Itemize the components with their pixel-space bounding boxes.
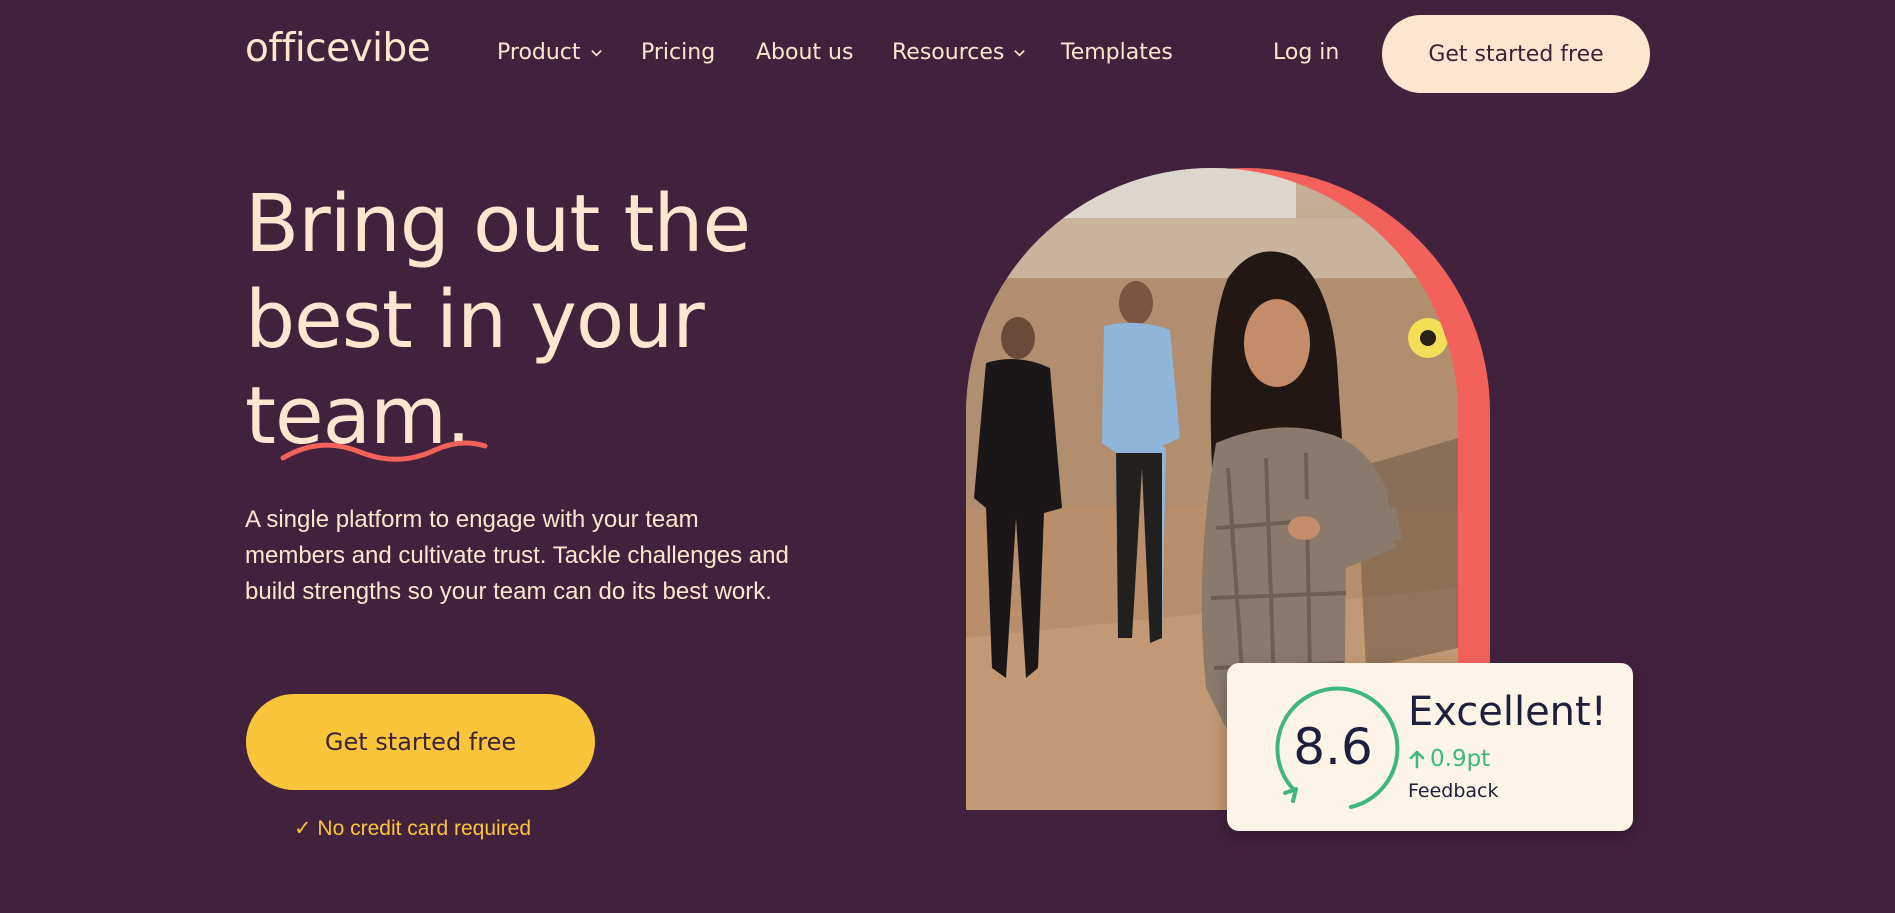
hero-subtitle: A single platform to engage with your te… <box>245 506 789 605</box>
score-rating: Excellent! <box>1408 689 1607 735</box>
login-link[interactable]: Log in <box>1273 40 1339 65</box>
get-started-hero-button[interactable]: Get started free <box>246 694 595 790</box>
score-metric-label: Feedback <box>1408 780 1499 802</box>
hero-title-line: best in your <box>245 274 705 366</box>
nav-item-product[interactable]: Product <box>497 40 603 65</box>
arrow-up-icon <box>1409 750 1425 769</box>
nav-item-label: Templates <box>1061 40 1173 65</box>
nav-item-label: Pricing <box>641 40 716 65</box>
nav-item-label: Product <box>497 40 581 65</box>
score-value: 8.6 <box>1293 718 1373 776</box>
nav-item-resources[interactable]: Resources <box>892 40 1026 65</box>
squiggle-underline-decoration <box>280 440 488 462</box>
nav-item-pricing[interactable]: Pricing <box>641 40 715 65</box>
chevron-down-icon <box>1014 50 1026 57</box>
nav-item-label: About us <box>756 40 854 65</box>
no-credit-card-note: ✓ No credit card required <box>294 817 532 840</box>
hero-title-line: Bring out the <box>245 178 751 270</box>
nav-item-about-us[interactable]: About us <box>756 40 853 65</box>
get-started-header-button[interactable]: Get started free <box>1382 15 1650 93</box>
nav-item-label: Resources <box>892 40 1005 65</box>
officevibe-logo[interactable]: officevibe <box>245 26 431 71</box>
score-delta: 0.9pt <box>1408 746 1490 772</box>
feedback-score-card: 8.6 Excellent! 0.9pt Feedback <box>1227 663 1633 831</box>
score-delta-value: 0.9pt <box>1430 746 1491 772</box>
nav-item-templates[interactable]: Templates <box>1061 40 1173 65</box>
chevron-down-icon <box>590 50 602 57</box>
hero-title: Bring out the best in your team. <box>245 176 865 464</box>
